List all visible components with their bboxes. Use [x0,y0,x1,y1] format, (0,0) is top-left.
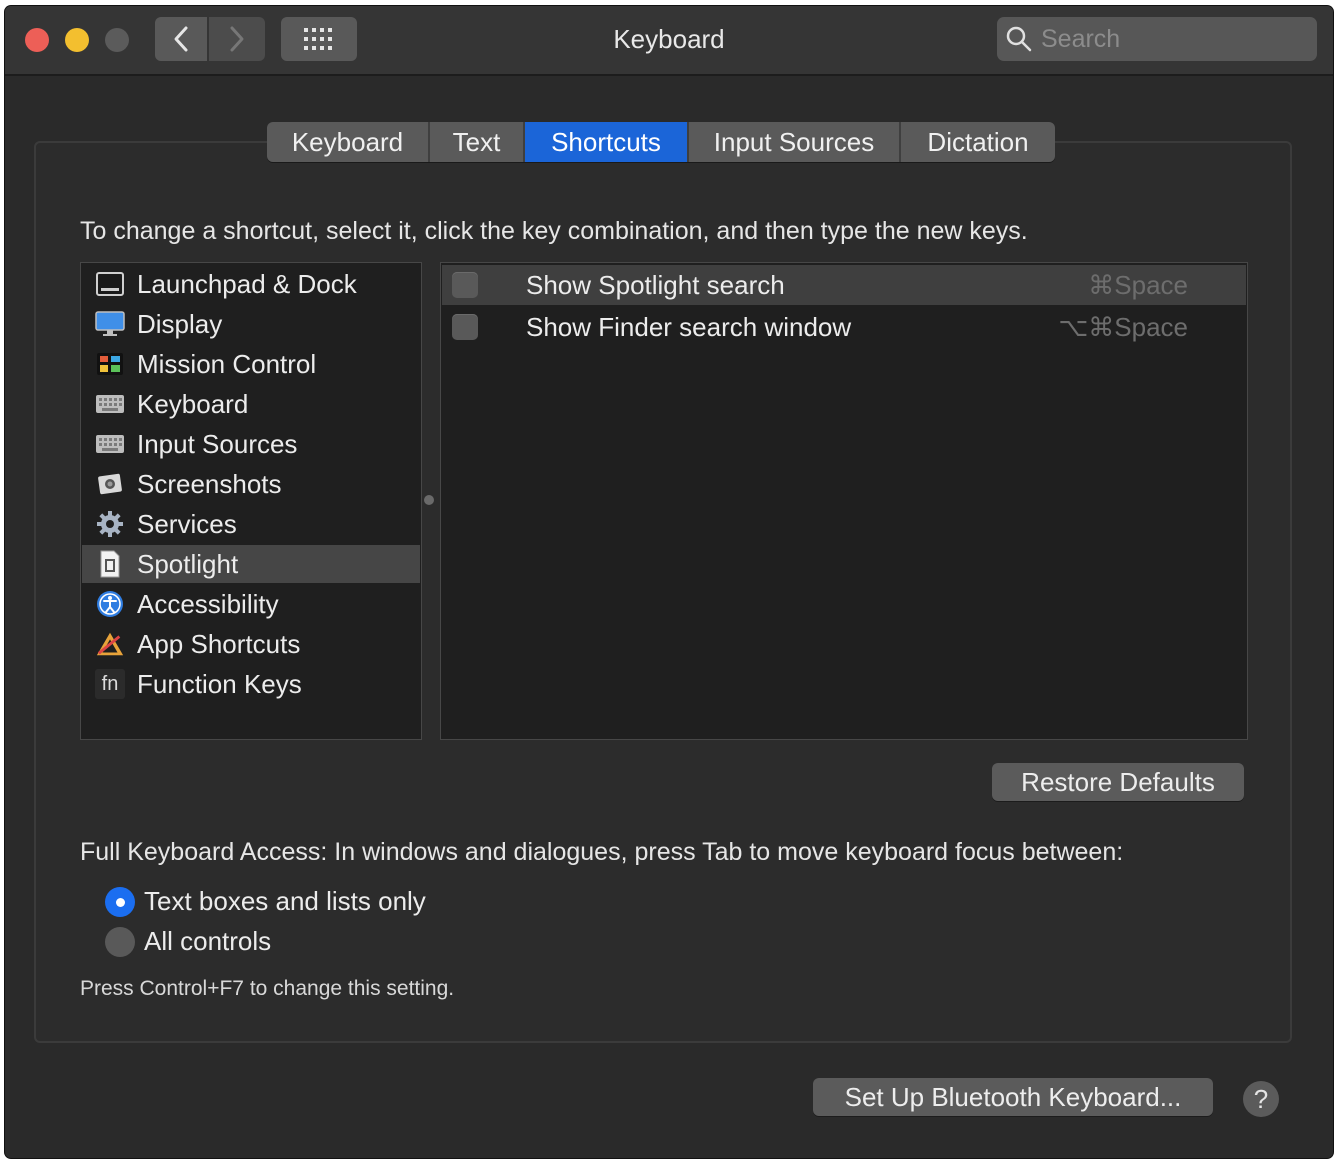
dock-icon [95,269,125,299]
title-bar: Keyboard [5,6,1333,76]
shortcut-list[interactable]: Show Spotlight search ⌘Space Show Finder… [440,262,1248,740]
gear-icon [95,509,125,539]
magnifier-icon [1006,26,1032,52]
app-shortcuts-icon [95,629,125,659]
keyboard-access-label: Full Keyboard Access: In windows and dia… [80,838,1124,866]
mission-control-icon [95,349,125,379]
keyboard-access-hint: Press Control+F7 to change this setting. [80,977,455,1000]
radio-all-controls[interactable]: All controls [105,926,271,957]
category-list[interactable]: Launchpad & Dock Display Mission Control… [80,262,422,740]
tab-text[interactable]: Text [430,122,525,162]
category-spotlight[interactable]: Spotlight [82,545,420,583]
display-icon [95,309,125,339]
shortcut-checkbox[interactable] [452,314,478,340]
category-mission-control[interactable]: Mission Control [82,345,420,383]
tab-keyboard[interactable]: Keyboard [267,122,430,162]
category-app-shortcuts[interactable]: App Shortcuts [82,625,420,663]
search-input[interactable] [1039,23,1303,55]
category-services[interactable]: Services [82,505,420,543]
grid-icon [304,28,332,50]
category-accessibility[interactable]: Accessibility [82,585,420,623]
search-field[interactable] [997,17,1317,61]
minimize-button[interactable] [65,28,89,52]
keyboard-icon [95,429,125,459]
close-button[interactable] [25,28,49,52]
category-function-keys[interactable]: fn Function Keys [82,665,420,703]
screenshot-icon [95,469,125,499]
instruction-text: To change a shortcut, select it, click t… [80,217,1028,245]
shortcut-row-finder-search[interactable]: Show Finder search window ⌥⌘Space [442,307,1246,347]
tab-shortcuts[interactable]: Shortcuts [525,122,689,162]
shortcut-checkbox[interactable] [452,272,478,298]
tab-bar: Keyboard Text Shortcuts Input Sources Di… [267,122,1055,162]
chevron-right-icon [230,26,244,52]
accessibility-icon [95,589,125,619]
zoom-button[interactable] [105,28,129,52]
show-all-button[interactable] [281,17,357,61]
back-button[interactable] [155,17,207,61]
help-button[interactable]: ? [1243,1081,1279,1117]
tab-input-sources[interactable]: Input Sources [689,122,901,162]
fn-icon: fn [95,669,125,699]
category-launchpad-dock[interactable]: Launchpad & Dock [82,265,420,303]
category-screenshots[interactable]: Screenshots [82,465,420,503]
radio-text-boxes[interactable]: Text boxes and lists only [105,886,426,917]
shortcut-keys[interactable]: ⌘Space [1088,270,1188,301]
split-view-handle[interactable] [424,495,434,505]
shortcut-keys[interactable]: ⌥⌘Space [1058,312,1188,343]
shortcut-row-spotlight-search[interactable]: Show Spotlight search ⌘Space [442,265,1246,305]
forward-button[interactable] [209,17,265,61]
radio-button[interactable] [105,926,135,957]
chevron-left-icon [174,26,188,52]
radio-button[interactable] [105,886,135,917]
category-keyboard[interactable]: Keyboard [82,385,420,423]
keyboard-icon [95,389,125,419]
bluetooth-keyboard-button[interactable]: Set Up Bluetooth Keyboard... [813,1078,1213,1116]
tab-dictation[interactable]: Dictation [901,122,1055,162]
restore-defaults-button[interactable]: Restore Defaults [992,763,1244,801]
category-input-sources[interactable]: Input Sources [82,425,420,463]
category-display[interactable]: Display [82,305,420,343]
document-icon [95,549,125,579]
